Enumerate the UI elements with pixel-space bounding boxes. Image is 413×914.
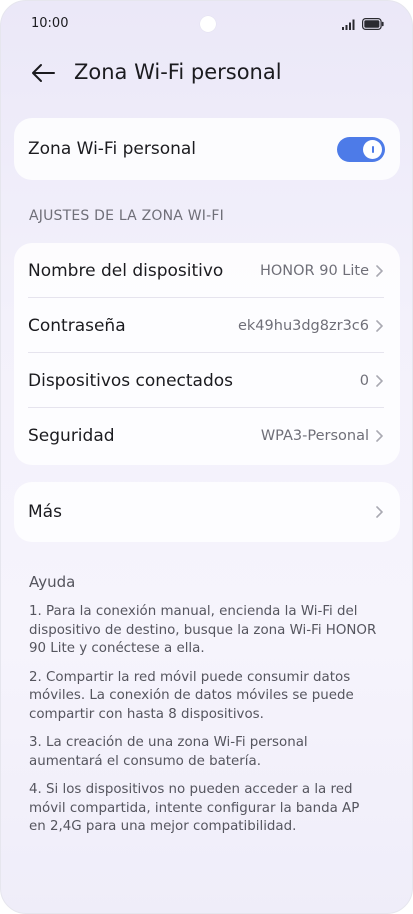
help-item: 1. Para la conexión manual, encienda la … xyxy=(29,604,377,656)
settings-row-password[interactable]: Contraseña ek49hu3dg8zr3c6 xyxy=(14,298,400,353)
more-row[interactable]: Más xyxy=(14,482,400,542)
help-item: 4. Si los dispositivos no pueden acceder… xyxy=(29,782,360,834)
hotspot-settings-card: Nombre del dispositivo HONOR 90 Lite Con… xyxy=(14,243,400,465)
settings-row-label: Contraseña xyxy=(28,315,126,336)
chevron-right-icon xyxy=(376,429,383,442)
hotspot-label: Zona Wi-Fi personal xyxy=(28,139,197,159)
help-item: 2. Compartir la red móvil puede consumir… xyxy=(29,669,354,722)
settings-section-title: AJUSTES DE LA ZONA WI-FI xyxy=(29,208,224,224)
settings-row-value: ek49hu3dg8zr3c6 xyxy=(237,317,369,334)
signal-icon xyxy=(342,19,355,30)
settings-row-value: HONOR 90 Lite xyxy=(259,262,369,279)
front-camera xyxy=(200,16,216,32)
status-bar: 10:00 xyxy=(1,1,412,47)
more-label: Más xyxy=(28,502,62,522)
help-title: Ayuda xyxy=(29,573,76,591)
back-button[interactable] xyxy=(25,55,61,91)
hotspot-toggle[interactable] xyxy=(337,137,385,162)
phone-screen: 10:00 Zona Wi-Fi personal Zona Wi-Fi per… xyxy=(0,0,413,914)
settings-row-device-name[interactable]: Nombre del dispositivo HONOR 90 Lite xyxy=(14,243,400,298)
settings-row-security[interactable]: Seguridad WPA3-Personal xyxy=(14,408,400,463)
help-item: 3. La creación de una zona Wi-Fi persona… xyxy=(29,735,308,769)
battery-icon xyxy=(362,18,384,30)
status-time: 10:00 xyxy=(31,16,69,31)
settings-row-label: Seguridad xyxy=(28,425,115,446)
chevron-right-icon xyxy=(376,264,383,277)
app-header: Zona Wi-Fi personal xyxy=(1,51,412,95)
arrow-left-icon xyxy=(32,64,55,82)
chevron-right-icon xyxy=(376,374,383,387)
settings-row-value: 0 xyxy=(359,372,369,389)
settings-row-connected-devices[interactable]: Dispositivos conectados 0 xyxy=(14,353,400,408)
more-card: Más xyxy=(14,482,400,542)
help-section: Ayuda 1. Para la conexión manual, encien… xyxy=(29,573,379,847)
chevron-right-icon xyxy=(376,319,383,332)
hotspot-card: Zona Wi-Fi personal xyxy=(14,118,400,180)
page-title: Zona Wi-Fi personal xyxy=(74,60,282,84)
toggle-knob xyxy=(363,140,382,159)
settings-row-label: Nombre del dispositivo xyxy=(28,260,224,281)
settings-row-value: WPA3-Personal xyxy=(260,427,369,444)
settings-row-label: Dispositivos conectados xyxy=(28,370,234,391)
chevron-right-icon xyxy=(376,506,383,518)
